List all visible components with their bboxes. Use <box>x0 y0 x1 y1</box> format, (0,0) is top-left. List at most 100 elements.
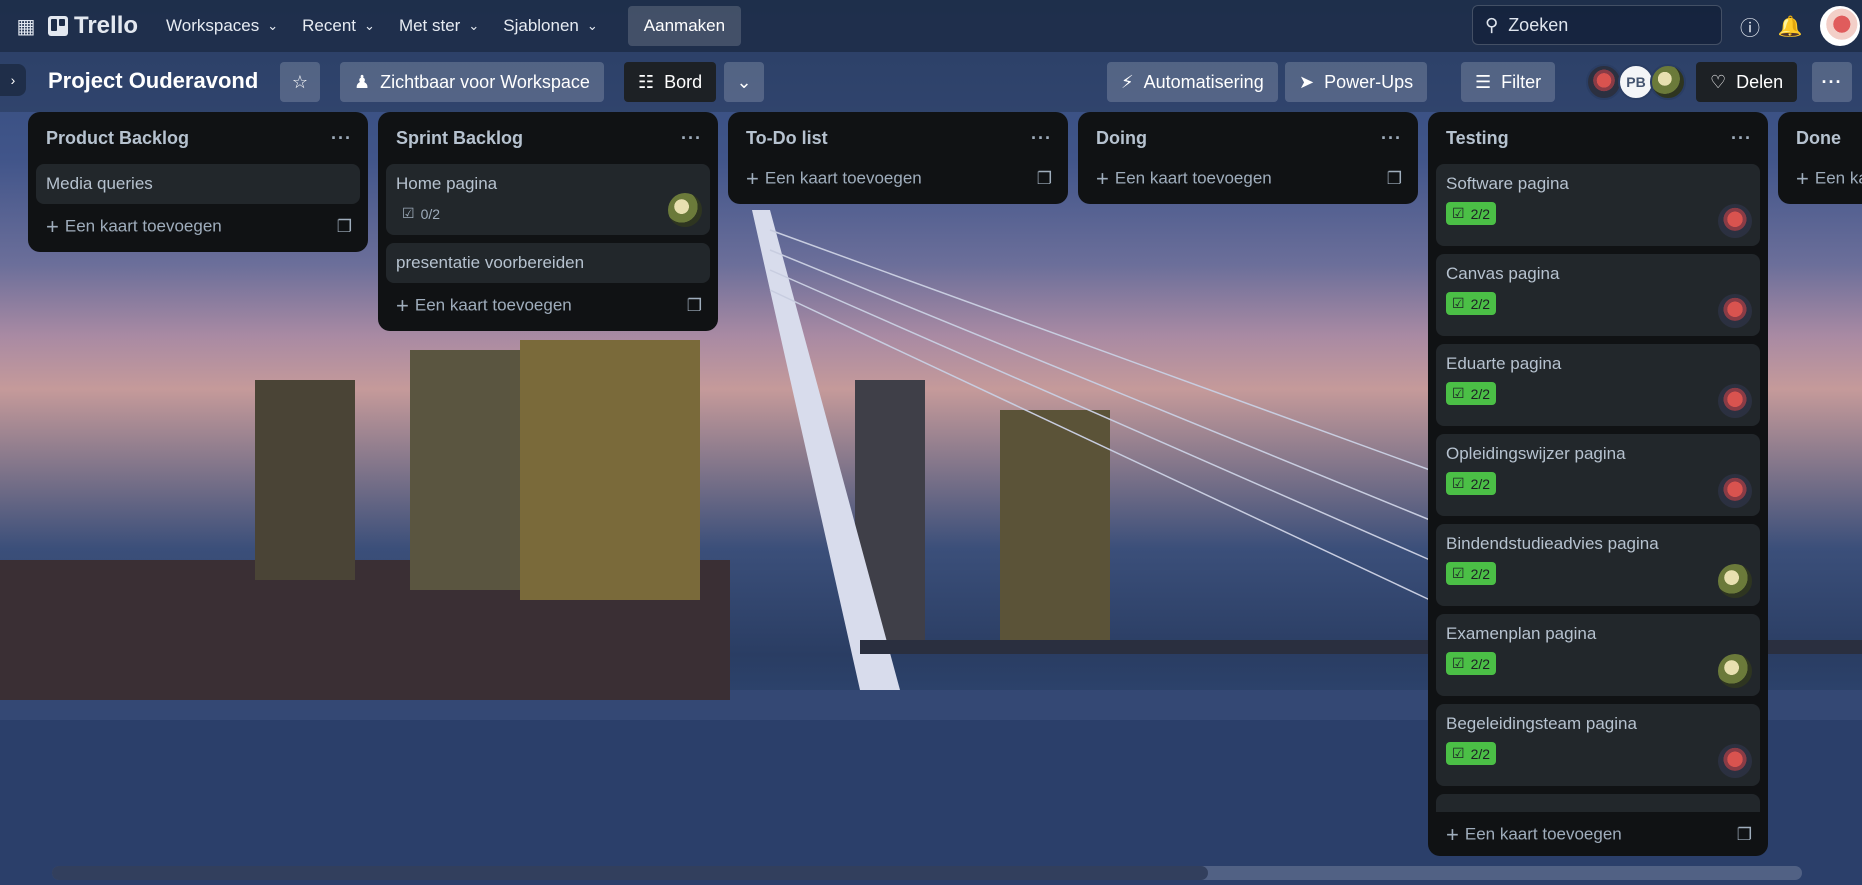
plus-icon: + <box>1796 166 1809 191</box>
checkbox-icon: ☑ <box>1452 565 1465 581</box>
trello-logo[interactable]: Trello <box>48 12 138 40</box>
chevron-down-icon: ⌄ <box>364 18 375 33</box>
card-scroll-area[interactable]: Software pagina ☑ 2/2 Canvas pagina ☑ 2/2 Ed… <box>1436 156 1760 812</box>
card[interactable]: Bindendstudieadvies pagina ☑ 2/2 <box>1436 524 1760 606</box>
app-switcher-icon[interactable]: ▦ <box>10 10 42 42</box>
info-icon[interactable]: ⓘ <box>1736 12 1764 40</box>
list-sprint-backlog: Sprint Backlog ··· Home pagina ☑ 0/2 prese… <box>378 112 718 331</box>
template-icon[interactable]: ❐ <box>1387 169 1402 189</box>
add-card-button[interactable]: + Een kaart toevoegen ❐ <box>1086 156 1410 196</box>
card-member-avatar[interactable] <box>668 193 702 227</box>
share-button[interactable]: ♡ Delen <box>1696 62 1798 102</box>
automation-button[interactable]: ⚡ Automatisering <box>1107 62 1278 102</box>
nav-templates[interactable]: Sjablonen ⌄ <box>491 6 610 46</box>
view-switcher-button[interactable]: ⌄ <box>724 62 764 102</box>
card-member-avatar[interactable] <box>1718 654 1752 688</box>
more-icon[interactable]: ··· <box>681 128 702 149</box>
chevron-down-icon: ⌄ <box>736 71 752 92</box>
plus-icon: + <box>1096 166 1109 191</box>
list-title[interactable]: Product Backlog <box>46 128 189 149</box>
card-member-avatar[interactable] <box>1718 474 1752 508</box>
plus-icon: + <box>396 293 409 318</box>
card-partial[interactable] <box>1436 794 1760 812</box>
user-avatar[interactable] <box>1820 6 1860 46</box>
card-member-avatar[interactable] <box>1718 564 1752 598</box>
nav-recent[interactable]: Recent ⌄ <box>290 6 387 46</box>
template-icon[interactable]: ❐ <box>1037 169 1052 189</box>
board-title[interactable]: Project Ouderavond <box>48 68 258 94</box>
checklist-badge: ☑ 2/2 <box>1446 202 1497 225</box>
list-done: Done +Een kaart toevoegen <box>1778 112 1862 204</box>
member-avatar[interactable]: PB <box>1618 64 1654 100</box>
more-icon[interactable]: ··· <box>1031 128 1052 149</box>
bell-icon[interactable]: 🔔 <box>1776 12 1804 40</box>
chevron-down-icon: ⌄ <box>468 18 480 33</box>
template-icon[interactable]: ❐ <box>337 217 352 237</box>
add-card-button[interactable]: + Een kaart toevoegen ❐ <box>386 283 710 323</box>
checkbox-icon: ☑ <box>1452 475 1465 491</box>
card[interactable]: Examenplan pagina ☑ 2/2 <box>1436 614 1760 696</box>
member-avatar[interactable] <box>1650 64 1686 100</box>
card[interactable]: Home pagina ☑ 0/2 <box>386 164 710 235</box>
horizontal-scrollbar[interactable] <box>52 866 1802 880</box>
create-button[interactable]: Aanmaken <box>627 6 742 46</box>
add-card-button[interactable]: +Een kaart toevoegen <box>1786 156 1862 196</box>
card[interactable]: Canvas pagina ☑ 2/2 <box>1436 254 1760 336</box>
filter-button[interactable]: ☰ Filter <box>1461 62 1556 102</box>
template-icon[interactable]: ❐ <box>1737 825 1752 845</box>
add-card-button[interactable]: + Een kaart toevoegen ❐ <box>736 156 1060 196</box>
card[interactable]: presentatie voorbereiden <box>386 243 710 283</box>
sidebar-expand-button[interactable]: › <box>0 64 26 96</box>
list-title[interactable]: Done <box>1796 128 1841 149</box>
card-member-avatar[interactable] <box>1718 744 1752 778</box>
list-title[interactable]: To-Do list <box>746 128 828 149</box>
visibility-button[interactable]: ♟ Zichtbaar voor Workspace <box>340 62 604 102</box>
star-icon: ☆ <box>291 71 309 92</box>
list-todo: To-Do list ··· + Een kaart toevoegen ❐ <box>728 112 1068 204</box>
checklist-badge: ☑ 2/2 <box>1446 562 1497 585</box>
list-title[interactable]: Sprint Backlog <box>396 128 523 149</box>
card-member-avatar[interactable] <box>1718 204 1752 238</box>
search-icon: ⚲ <box>1485 14 1499 35</box>
people-icon: ♟ <box>354 71 371 92</box>
nav-workspaces[interactable]: Workspaces ⌄ <box>154 6 290 46</box>
more-icon: ··· <box>1821 71 1843 92</box>
nav-starred[interactable]: Met ster ⌄ <box>387 6 491 46</box>
more-icon[interactable]: ··· <box>1381 128 1402 149</box>
lightning-icon: ⚡ <box>1121 71 1134 92</box>
add-card-button[interactable]: + Een kaart toevoegen ❐ <box>36 204 360 244</box>
checklist-badge: ☑ 2/2 <box>1446 652 1497 675</box>
powerups-button[interactable]: ➤ Power-Ups <box>1285 62 1428 102</box>
checkbox-icon: ☑ <box>1452 295 1465 311</box>
top-navigation-bar: ▦ Trello Workspaces ⌄ Recent ⌄ Met ster ⌄ S… <box>0 0 1862 52</box>
trello-logo-icon <box>48 16 68 36</box>
list-title[interactable]: Testing <box>1446 128 1509 149</box>
list-product-backlog: Product Backlog ··· Media queries + Een ka… <box>28 112 368 252</box>
template-icon[interactable]: ❐ <box>687 296 702 316</box>
more-icon[interactable]: ··· <box>1731 128 1752 149</box>
card-member-avatar[interactable] <box>1718 384 1752 418</box>
card[interactable]: Opleidingswijzer pagina ☑ 2/2 <box>1436 434 1760 516</box>
card[interactable]: Begeleidingsteam pagina ☑ 2/2 <box>1436 704 1760 786</box>
more-icon[interactable]: ··· <box>331 128 352 149</box>
board-menu-button[interactable]: ··· <box>1812 62 1852 102</box>
card[interactable]: Eduarte pagina ☑ 2/2 <box>1436 344 1760 426</box>
member-avatar[interactable] <box>1586 64 1622 100</box>
checklist-badge: ☑ 2/2 <box>1446 292 1497 315</box>
search-input[interactable]: ⚲ Zoeken <box>1472 5 1722 45</box>
plus-icon: + <box>1446 822 1459 847</box>
card-member-avatar[interactable] <box>1718 294 1752 328</box>
card[interactable]: Media queries <box>36 164 360 204</box>
star-board-button[interactable]: ☆ <box>280 62 320 102</box>
chevron-down-icon: ⌄ <box>586 18 598 33</box>
checkbox-icon: ☑ <box>1452 745 1465 761</box>
card[interactable]: Software pagina ☑ 2/2 <box>1436 164 1760 246</box>
filter-icon: ☰ <box>1475 71 1492 92</box>
view-board-button[interactable]: ☷ Bord <box>624 62 717 102</box>
checkbox-icon: ☑ <box>1452 655 1465 671</box>
list-testing: Testing ··· Software pagina ☑ 2/2 Canvas pa… <box>1428 112 1768 856</box>
list-title[interactable]: Doing <box>1096 128 1147 149</box>
scrollbar-thumb[interactable] <box>52 866 1208 880</box>
add-card-button[interactable]: + Een kaart toevoegen ❐ <box>1436 812 1760 852</box>
checklist-badge: ☑ 2/2 <box>1446 742 1497 765</box>
